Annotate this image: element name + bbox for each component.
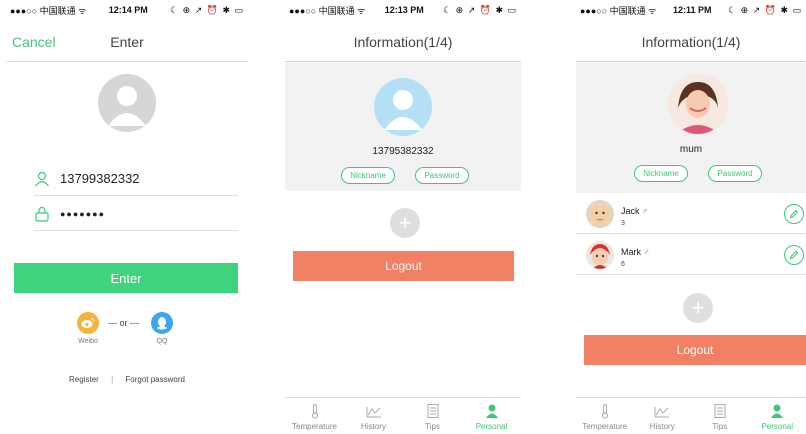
status-time: 12:11 PM [672,5,712,15]
thermometer-icon [601,404,608,419]
password-input-value: ●●●●●●● [60,208,106,219]
tab-tips[interactable]: Tips [403,398,462,434]
person-icon [771,404,784,418]
add-child-icon[interactable]: + [390,208,420,238]
register-link[interactable]: Register [69,375,99,384]
pencil-icon [789,250,799,259]
link-separator: | [111,375,114,384]
tab-history[interactable]: History [634,398,692,434]
qq-login-button[interactable]: QQ [142,312,182,345]
phone-input-value: 13799382332 [60,171,140,186]
logout-button[interactable]: Logout [293,251,514,281]
status-time: 12:13 PM [384,5,424,15]
tab-label: History [649,422,675,431]
carrier-text: ●●●○○ 中国联通 ᯤ [10,5,87,16]
child-avatar [586,199,614,228]
document-icon [714,404,726,418]
child-name: Mark [621,246,641,257]
or-divider: --- or --- [108,318,139,328]
tab-personal[interactable]: Personal [462,398,521,434]
nav-bar: Information(1/4) [285,22,521,62]
page-title: Information(1/4) [641,33,741,50]
add-child-icon[interactable]: + [683,293,713,323]
chart-icon [654,407,670,418]
status-bar: ●●●○○ 中国联通 ᯤ 12:14 PM ☾ ⊕ ↗ ⏰ ✱ ▭ [6,0,248,20]
child-row[interactable]: Jack ♂ 3 [576,194,806,234]
password-button[interactable]: Password [415,167,469,184]
document-icon [427,404,438,418]
carrier-text: ●●●○○ 中国联通 ᯤ [580,5,657,16]
default-avatar-icon [98,74,156,132]
tab-label: Personal [475,422,508,431]
child-row[interactable]: Mark ♂ 6 [576,235,806,275]
male-icon: ♂ [641,205,649,216]
status-bar: ●●●○○ 中国联通 ᯤ 12:11 PM ☾ ⊕ ↗ ⏰ ✱ ▭ [576,0,806,20]
tab-label: Tips [425,422,440,431]
nickname-button[interactable]: Nickname [634,165,688,182]
lock-icon [35,206,49,222]
tab-label: Personal [761,422,794,431]
status-icons: ☾ ⊕ ↗ ⏰ ✱ ▭ [728,4,802,15]
information-screen-with-children: ●●●○○ 中国联通 ᯤ 12:11 PM ☾ ⊕ ↗ ⏰ ✱ ▭ Inform… [576,0,806,434]
tab-label: Temperature [582,422,628,431]
status-icons: ☾ ⊕ ↗ ⏰ ✱ ▭ [170,4,244,15]
account-links: Register | Forgot password [6,375,248,384]
child-name: Jack [621,205,640,216]
male-icon: ♂ [643,246,650,257]
chart-icon [366,407,381,418]
tab-label: Tips [712,422,728,431]
child-age: 3 [621,219,625,227]
pencil-icon [789,209,799,218]
page-title: Information(1/4) [353,33,453,50]
carrier-text: ●●●○○ 中国联通 ᯤ [289,5,366,16]
tab-temperature[interactable]: Temperature [576,398,634,434]
tab-history[interactable]: History [344,398,403,434]
password-button[interactable]: Password [708,165,762,182]
status-bar: ●●●○○ 中国联通 ᯤ 12:13 PM ☾ ⊕ ↗ ⏰ ✱ ▭ [285,0,521,20]
page-title: Enter [110,33,144,50]
tab-bar: Temperature History Tips Personal [576,397,806,434]
weibo-label: Weibo [78,338,98,345]
cancel-button[interactable]: Cancel [12,34,56,50]
edit-child-button[interactable] [784,244,804,265]
nav-bar: Cancel Enter [6,22,248,62]
edit-child-button[interactable] [784,203,804,224]
default-avatar-icon[interactable] [374,78,432,136]
status-time: 12:14 PM [108,5,148,15]
phone-field[interactable]: 13799382332 [34,162,238,196]
phone-number: 13795382332 [372,146,434,157]
nickname-button[interactable]: Nickname [341,167,395,184]
user-avatar[interactable] [668,74,728,134]
thermometer-icon [311,404,318,419]
tab-label: History [361,422,386,431]
tab-bar: Temperature History Tips Personal [285,397,521,434]
weibo-login-button[interactable]: Weibo [68,312,108,345]
person-icon [485,404,498,418]
forgot-password-link[interactable]: Forgot password [125,375,185,384]
user-outline-icon [35,171,49,186]
nav-bar: Information(1/4) [576,22,806,62]
user-name: mum [679,144,703,155]
weibo-icon [77,312,99,334]
tab-personal[interactable]: Personal [749,398,806,434]
logout-button[interactable]: Logout [584,335,806,365]
qq-label: QQ [156,338,168,345]
child-avatar [586,240,614,269]
password-field[interactable]: ●●●●●●● [34,197,238,231]
qq-icon [151,312,173,334]
tab-temperature[interactable]: Temperature [285,398,344,434]
tab-label: Temperature [292,422,337,431]
login-screen: ●●●○○ 中国联通 ᯤ 12:14 PM ☾ ⊕ ↗ ⏰ ✱ ▭ Cancel… [6,0,248,434]
child-age: 6 [621,260,625,268]
information-screen: ●●●○○ 中国联通 ᯤ 12:13 PM ☾ ⊕ ↗ ⏰ ✱ ▭ Inform… [285,0,521,434]
status-icons: ☾ ⊕ ↗ ⏰ ✱ ▭ [443,4,517,15]
enter-button[interactable]: Enter [14,263,238,293]
tab-tips[interactable]: Tips [691,398,749,434]
